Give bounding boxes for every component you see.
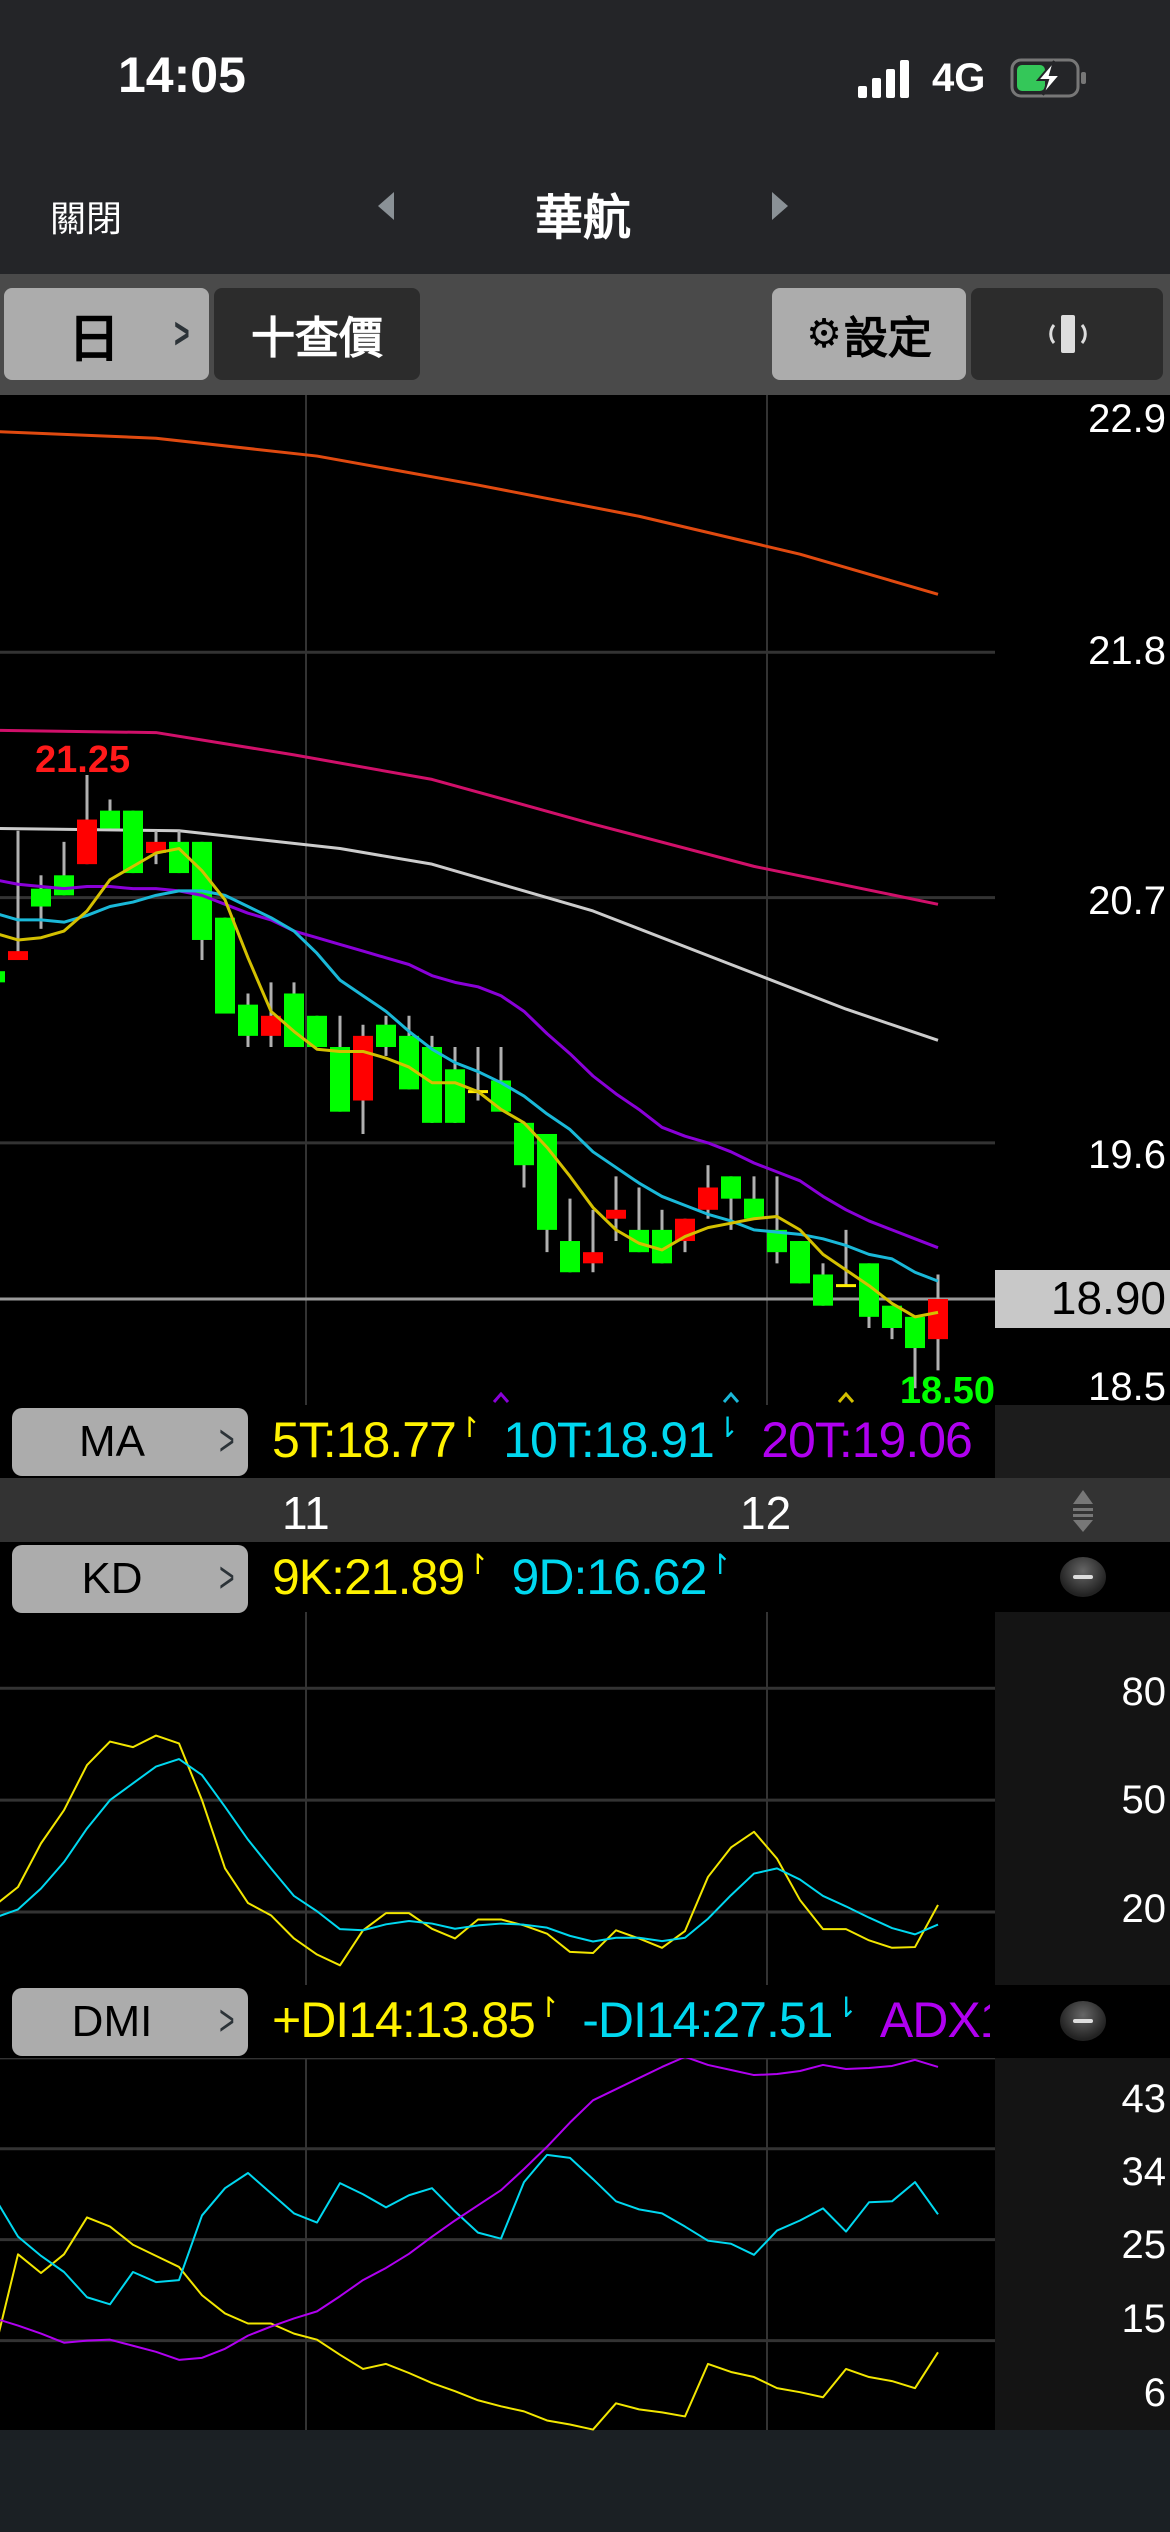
kd-axis-label: 80 bbox=[1122, 1670, 1167, 1714]
trend-up-icon: ↾ bbox=[536, 1992, 560, 2023]
rotate-icon bbox=[1049, 315, 1087, 353]
trend-down-icon: ⇂ bbox=[834, 1992, 857, 2023]
candle-body bbox=[813, 1274, 833, 1306]
ma-row: MA > 5T:18.77↾ 10T:18.91⇂ 20T:19.06 bbox=[0, 1405, 1170, 1478]
ma20-value: 20T:19.06 bbox=[761, 1412, 973, 1468]
price-axis-label: 20.7 bbox=[1088, 879, 1166, 923]
price-axis-label: 21.8 bbox=[1088, 629, 1166, 673]
dmi-values: +DI14:13.85↾ -DI14:27.51⇂ ADX1 bbox=[272, 1991, 990, 2055]
candle-body bbox=[215, 917, 235, 1014]
candle-body bbox=[8, 951, 28, 961]
trend-down-icon: ⇂ bbox=[715, 1412, 739, 1443]
high-price-label: 21.25 bbox=[35, 739, 130, 781]
candle-body bbox=[330, 1047, 350, 1112]
trend-up-icon: ↾ bbox=[708, 1549, 731, 1580]
status-time: 14:05 bbox=[118, 47, 246, 103]
current-price-label: 18.90 bbox=[1051, 1272, 1166, 1324]
dmi-row: DMI > +DI14:13.85↾ -DI14:27.51⇂ ADX1 bbox=[0, 1985, 1170, 2058]
dmi-button-label: DMI bbox=[71, 1997, 153, 2046]
kd-values: 9K:21.89↾ 9D:16.62↾ bbox=[272, 1548, 972, 1612]
date-axis: 11 12 bbox=[0, 1478, 1170, 1542]
trend-up-icon: ↾ bbox=[466, 1549, 489, 1580]
period-label: 日 bbox=[68, 310, 121, 369]
settings-label: 設定 bbox=[843, 314, 932, 363]
candle-body bbox=[238, 1004, 258, 1036]
chevron-right-icon: > bbox=[219, 1996, 235, 2045]
adx-value: ADX1 bbox=[879, 1992, 990, 2048]
candle-body bbox=[905, 1316, 925, 1349]
network-label: 4G bbox=[932, 56, 986, 100]
candle-body bbox=[399, 1035, 419, 1090]
ma-button-label: MA bbox=[79, 1417, 145, 1466]
kd-row: KD > 9K:21.89↾ 9D:16.62↾ bbox=[0, 1542, 1170, 1613]
rotate-screen-button[interactable] bbox=[971, 288, 1163, 380]
kd-indicator-button[interactable]: KD > bbox=[12, 1545, 248, 1613]
gear-icon: ⚙ bbox=[806, 312, 842, 356]
candle-body bbox=[629, 1229, 649, 1253]
trend-up-icon: ↾ bbox=[457, 1412, 481, 1443]
candle-body bbox=[100, 810, 120, 829]
dmi-axis-label: 6 bbox=[1144, 2371, 1166, 2415]
price-axis-label: 18.5 bbox=[1088, 1365, 1166, 1409]
candle-body bbox=[445, 1069, 465, 1123]
candle-body bbox=[790, 1241, 810, 1284]
period-button[interactable]: 日 > bbox=[4, 288, 209, 380]
candle-body bbox=[376, 1024, 396, 1048]
resize-handle-icon[interactable] bbox=[1070, 1488, 1096, 1534]
kd-axis-label: 20 bbox=[1122, 1887, 1167, 1931]
candle-body bbox=[606, 1209, 626, 1219]
close-button[interactable]: 關閉 bbox=[50, 190, 122, 242]
k-value: 9K:21.89 bbox=[272, 1549, 465, 1605]
kd-axis-label: 50 bbox=[1122, 1778, 1167, 1822]
stock-title: 華航 bbox=[535, 192, 632, 245]
dmi-indicator-button[interactable]: DMI > bbox=[12, 1988, 248, 2056]
price-axis-label: 19.6 bbox=[1088, 1133, 1166, 1177]
date-label: 12 bbox=[740, 1487, 792, 1539]
chevron-right-icon: > bbox=[174, 309, 190, 358]
signal-icon bbox=[858, 58, 910, 98]
dmi-axis-label: 25 bbox=[1122, 2223, 1167, 2267]
candle-body bbox=[422, 1047, 442, 1123]
date-label: 11 bbox=[282, 1487, 330, 1539]
candle-body bbox=[353, 1035, 373, 1101]
d-value: 9D:16.62 bbox=[511, 1549, 708, 1605]
candle-body bbox=[583, 1252, 603, 1264]
candle-body bbox=[54, 875, 74, 896]
candle-body bbox=[560, 1241, 580, 1273]
dmi-axis-label: 34 bbox=[1122, 2150, 1167, 2194]
dmi-axis-label: 43 bbox=[1122, 2077, 1167, 2121]
bottom-bar bbox=[0, 2430, 1170, 2532]
ma-indicator-button[interactable]: MA > bbox=[12, 1408, 248, 1476]
chevron-right-icon: > bbox=[219, 1416, 235, 1465]
candle-body bbox=[836, 1284, 856, 1288]
candle-body bbox=[284, 993, 304, 1048]
pdi-value: +DI14:13.85 bbox=[272, 1992, 536, 2048]
candle-body bbox=[77, 819, 97, 865]
next-stock-arrow-icon[interactable] bbox=[772, 192, 788, 220]
remove-dmi-button[interactable] bbox=[1060, 2001, 1106, 2041]
candle-body bbox=[698, 1187, 718, 1210]
remove-kd-button[interactable] bbox=[1060, 1557, 1106, 1597]
mdi-value: -DI14:27.51 bbox=[582, 1992, 833, 2048]
dmi-axis-label: 15 bbox=[1122, 2297, 1167, 2341]
dmi-chart-bg bbox=[0, 2058, 995, 2430]
candle-body bbox=[744, 1198, 764, 1219]
prev-stock-arrow-icon[interactable] bbox=[378, 192, 394, 220]
candle-body bbox=[928, 1299, 948, 1340]
battery-charging-icon bbox=[1010, 58, 1090, 98]
candle-body bbox=[721, 1176, 741, 1199]
kd-button-label: KD bbox=[81, 1554, 143, 1603]
candle-body bbox=[31, 888, 51, 907]
price-axis-label: 22.9 bbox=[1088, 397, 1166, 441]
ma5-value: 5T:18.77 bbox=[272, 1412, 457, 1468]
ma10-value: 10T:18.91 bbox=[503, 1412, 715, 1468]
ma-values: 5T:18.77↾ 10T:18.91⇂ 20T:19.06 bbox=[272, 1411, 995, 1475]
chevron-right-icon: > bbox=[219, 1553, 235, 1602]
candle-body bbox=[0, 971, 5, 983]
settings-button[interactable]: ⚙ 設定 bbox=[772, 288, 966, 380]
candle-body bbox=[169, 841, 189, 874]
quote-button[interactable]: 十查價 bbox=[214, 288, 420, 380]
